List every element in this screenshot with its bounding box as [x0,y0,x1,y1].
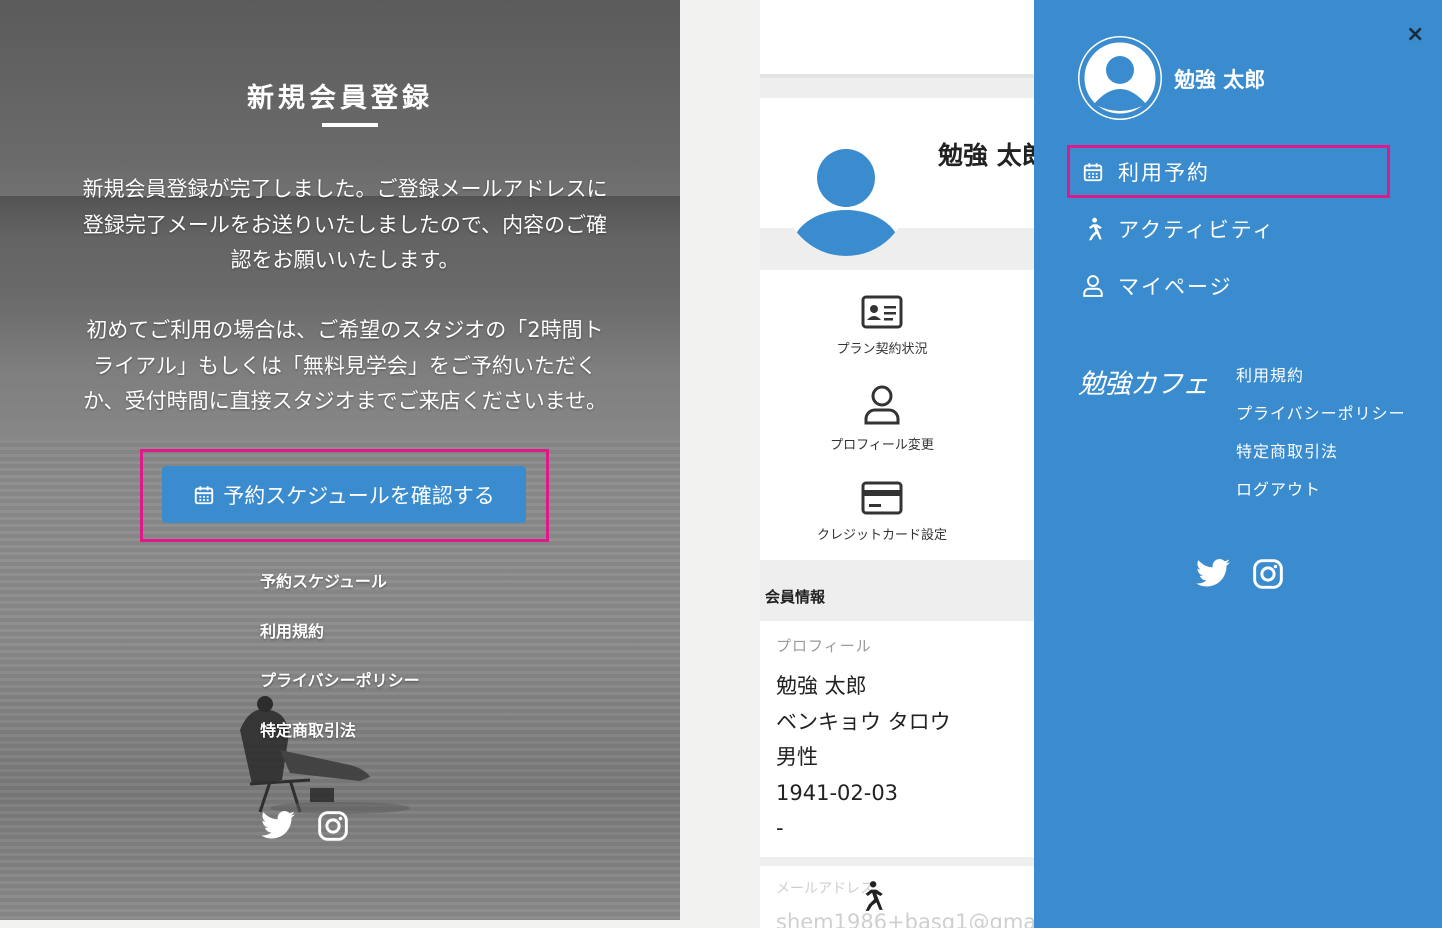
completion-message: 新規会員登録が完了しました。ご登録メールアドレスに 登録完了メールをお送りいたし… [50,172,640,279]
social-links [261,810,349,842]
profile-kana: ベンキョウ タロウ [776,709,951,734]
email-card: メールアドレス shem1986+basq1@gmail [760,866,1034,928]
side-drawer: × 勉強 太郎 利用予約 アクティビティ マイページ 勉強カフェ 利用規約 プラ… [1034,0,1442,928]
message-line: 新規会員登録が完了しました。ご登録メールアドレスに [82,177,608,201]
footer-link-schedule[interactable]: 予約スケジュール [260,570,420,620]
mypage-panel: 勉強 太郎 プラン契約状況 プロフィール変更 クレジットカード設定 [760,0,1034,928]
drawer-link-terms[interactable]: 利用規約 [1236,362,1406,400]
twitter-icon[interactable] [1196,558,1230,588]
profile-name: 勉強 太郎 [776,674,867,698]
footer-link-privacy[interactable]: プライバシーポリシー [260,669,420,719]
calendar-icon [195,485,214,504]
drawer-social-links [1196,558,1284,590]
menu-profile-edit-label: プロフィール変更 [830,438,934,453]
registration-complete-panel: 新規会員登録 新規会員登録が完了しました。ご登録メールアドレスに 登録完了メール… [0,0,680,920]
view-schedule-label: 予約スケジュールを確認する [223,483,495,508]
menu-plan-status-label: プラン契約状況 [836,342,928,357]
user-avatar-icon [792,149,900,256]
drawer-user-name: 勉強 太郎 [1174,68,1266,92]
user-avatar-icon [1079,37,1161,119]
running-icon[interactable] [858,880,884,912]
drawer-link-logout[interactable]: ログアウト [1236,476,1406,514]
calendar-icon [1083,162,1103,181]
message-line: 認をお願いいたします。 [230,248,460,272]
message-line: か、受付時間に直接スタジオまでご来店くださいませ。 [83,389,607,413]
menu-credit-card-label: クレジットカード設定 [816,528,947,543]
drawer-footer-links: 利用規約 プライバシーポリシー 特定商取引法 ログアウト [1236,362,1406,514]
message-line: 初めてご利用の場合は、ご希望のスタジオの「2時間ト [86,318,604,342]
footer-link-commerce-law[interactable]: 特定商取引法 [260,719,420,769]
footer-links: 予約スケジュール 利用規約 プライバシーポリシー 特定商取引法 [260,570,420,768]
drawer-link-privacy[interactable]: プライバシーポリシー [1236,400,1406,438]
menu-plan-status[interactable]: プラン契約状況 [760,294,1004,357]
first-time-message: 初めてご利用の場合は、ご希望のスタジオの「2時間ト ライアル」もしくは「無料見学… [50,313,640,420]
user-icon [1083,274,1103,297]
running-icon [1089,217,1102,240]
nav-reservation[interactable]: 利用予約 [1082,143,1275,200]
nav-activity-label: アクティビティ [1118,217,1276,242]
header-shadow [760,74,1034,78]
header-bar [760,0,1034,74]
footer-link-terms[interactable]: 利用規約 [260,620,420,670]
email-value: shem1986+basq1@gmail [776,910,1034,928]
avatar [783,116,909,256]
drawer-avatar [1078,36,1162,120]
nav-mypage-label: マイページ [1118,274,1233,299]
profile-info-card: プロフィール 勉強 太郎 ベンキョウ タロウ 男性 1941-02-03 - [760,621,1034,857]
nav-mypage[interactable]: マイページ [1082,257,1275,314]
id-card-icon [861,295,903,329]
instagram-icon[interactable] [317,810,349,842]
member-info-heading: 会員情報 [765,588,826,606]
menu-profile-edit[interactable]: プロフィール変更 [760,384,1004,453]
drawer-link-commerce-law[interactable]: 特定商取引法 [1236,438,1406,476]
profile-extra: - [776,816,784,840]
view-schedule-button[interactable]: 予約スケジュールを確認する [162,466,526,523]
member-name: 勉強 太郎 [938,141,1034,170]
nav-reservation-label: 利用予約 [1118,160,1210,185]
message-line: ライアル」もしくは「無料見学会」をご予約いただく [93,353,597,378]
nav-activity[interactable]: アクティビティ [1082,200,1275,257]
profile-values: 勉強 太郎 ベンキョウ タロウ 男性 1941-02-03 - [776,669,951,847]
menu-credit-card[interactable]: クレジットカード設定 [760,480,1004,543]
twitter-icon[interactable] [261,810,295,840]
close-icon[interactable]: × [1406,22,1424,47]
instagram-icon[interactable] [1252,558,1284,590]
page-title: 新規会員登録 [247,83,433,114]
profile-label: プロフィール [776,637,872,655]
profile-birthdate: 1941-02-03 [776,780,899,805]
credit-card-icon [861,481,903,515]
message-line: 登録完了メールをお送りいたしましたので、内容のご確 [82,212,608,237]
user-icon [864,385,900,425]
profile-gender: 男性 [776,745,818,769]
brand-logo[interactable]: 勉強カフェ [1078,362,1209,401]
title-underline [322,123,378,127]
drawer-nav: 利用予約 アクティビティ マイページ [1082,143,1275,314]
